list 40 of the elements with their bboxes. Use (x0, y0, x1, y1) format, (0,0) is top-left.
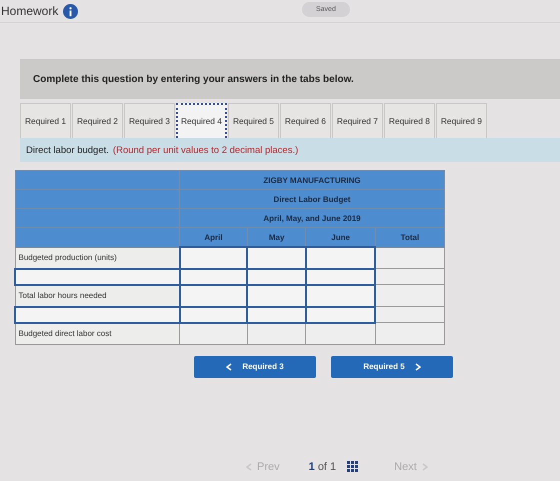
table-cell (375, 322, 444, 344)
tab[interactable]: Required 3 (124, 103, 175, 138)
row-label: Budgeted direct labor cost (15, 322, 180, 344)
chevron-left-icon (246, 462, 252, 470)
nav-button[interactable]: Required 3 (194, 356, 316, 378)
chevron-left-icon (226, 362, 232, 370)
input-field[interactable] (247, 247, 306, 268)
input-field[interactable] (15, 306, 180, 322)
row-label: Total labor hours needed (15, 284, 180, 306)
instruction-text: Complete this question by entering your answers in the tabs below. (33, 74, 354, 84)
input-field[interactable] (15, 268, 180, 284)
table-title: Direct Labor Budget (180, 190, 444, 208)
page-title: Homework (1, 4, 58, 18)
grid-icon[interactable] (347, 460, 360, 472)
tab[interactable]: Required 5 (228, 103, 279, 138)
chevron-right-icon (422, 462, 428, 470)
table-cell (375, 268, 444, 284)
table-cell (375, 306, 444, 322)
tab[interactable]: Required 8 (384, 103, 435, 138)
tab[interactable]: Required 7 (332, 103, 383, 138)
tab[interactable]: Required 1 (20, 103, 71, 138)
column-header: Total (375, 228, 444, 247)
input-field[interactable] (180, 284, 248, 306)
table-cell (375, 247, 444, 268)
tab[interactable]: Required 4 (176, 103, 227, 138)
table-cell (375, 284, 444, 306)
prompt-text: Direct labor budget. (26, 144, 109, 156)
info-icon[interactable] (63, 4, 78, 18)
tab[interactable]: Required 2 (72, 103, 123, 138)
table-title: ZIGBY MANUFACTURING (180, 170, 444, 190)
page-indicator: 1 of 1 (308, 460, 336, 472)
nav-button[interactable]: Required 5 (331, 356, 453, 378)
rounding-note: (Round per unit values to 2 decimal places.) (112, 144, 298, 156)
row-label: Budgeted production (units) (15, 247, 180, 268)
input-field[interactable] (180, 247, 248, 268)
tab[interactable]: Required 6 (280, 103, 331, 138)
table-title: April, May, and June 2019 (180, 208, 444, 228)
tab[interactable]: Required 9 (436, 103, 487, 138)
input-field[interactable] (306, 247, 376, 268)
chevron-right-icon (414, 362, 421, 370)
